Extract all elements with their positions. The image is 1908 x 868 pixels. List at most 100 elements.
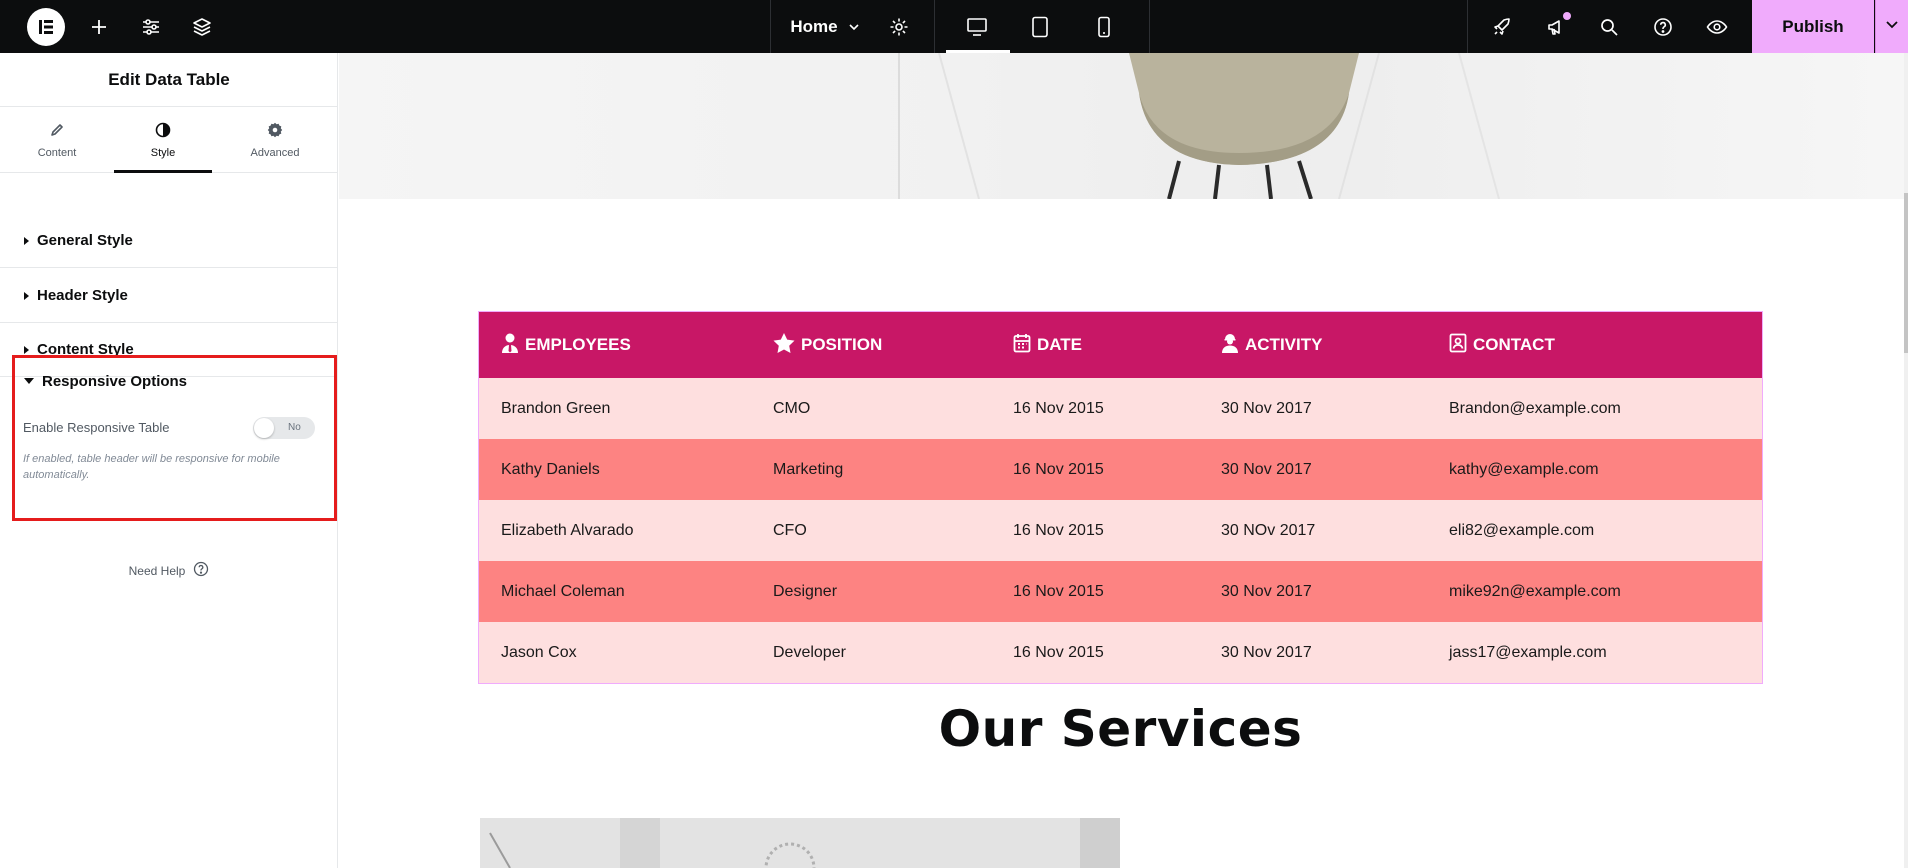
pencil-icon (49, 122, 65, 141)
chevron-down-icon (848, 21, 860, 33)
table-cell: 30 Nov 2017 (1221, 582, 1312, 600)
megaphone-icon[interactable] (1543, 0, 1569, 53)
table-header-cell: ACTIVITY (1221, 312, 1322, 378)
tab-label: Advanced (250, 146, 300, 159)
calendar-icon (1013, 333, 1031, 358)
header-label: DATE (1037, 335, 1083, 354)
need-help-link[interactable]: Need Help (0, 561, 338, 580)
desktop-icon[interactable] (962, 0, 992, 53)
table-cell: Developer (773, 643, 846, 661)
table-header-cell: DATE (1013, 312, 1082, 378)
table-row: Kathy Daniels Marketing 16 Nov 2015 30 N… (479, 439, 1762, 500)
table-cell: 30 Nov 2017 (1221, 643, 1312, 661)
gear-icon[interactable] (886, 0, 912, 53)
rocket-icon[interactable] (1489, 0, 1515, 53)
table-cell: CMO (773, 399, 811, 417)
table-header-cell: EMPLOYEES (501, 312, 631, 378)
table-cell: 30 NOv 2017 (1221, 521, 1316, 539)
table-cell: Designer (773, 582, 838, 600)
table-cell: 16 Nov 2015 (1013, 643, 1104, 661)
table-row: Jason Cox Developer 16 Nov 2015 30 Nov 2… (479, 622, 1762, 683)
table-row: Elizabeth Alvarado CFO 16 Nov 2015 30 NO… (479, 500, 1762, 561)
publish-options-button[interactable] (1875, 0, 1908, 53)
section-general-style[interactable]: General Style (0, 214, 338, 268)
contrast-icon (155, 122, 171, 141)
tab-content[interactable]: Content (0, 107, 114, 173)
table-cell: Marketing (773, 460, 844, 478)
caret-right-icon (24, 291, 29, 300)
table-cell: CFO (773, 521, 807, 539)
user-cog-icon (1221, 333, 1239, 358)
table-header-cell: POSITION (773, 312, 882, 378)
table-cell: kathy@example.com (1449, 460, 1599, 478)
table-cell: 16 Nov 2015 (1013, 460, 1104, 478)
eye-icon[interactable] (1704, 0, 1730, 53)
help-icon[interactable] (1650, 0, 1676, 53)
header-label: ACTIVITY (1245, 335, 1323, 354)
table-row: Michael Coleman Designer 16 Nov 2015 30 … (479, 561, 1762, 622)
help-icon (193, 561, 209, 580)
header-label: CONTACT (1473, 335, 1555, 354)
hero-image (339, 53, 1904, 199)
header-label: POSITION (801, 335, 883, 354)
table-header: EMPLOYEES POSITION DATE ACTIVITY CONTACT (479, 312, 1762, 378)
publish-button[interactable]: Publish (1752, 0, 1874, 53)
topbar-divider (934, 0, 935, 53)
add-icon[interactable] (86, 0, 112, 53)
topbar-divider (1467, 0, 1468, 53)
gear-icon (267, 122, 283, 141)
page-name: Home (790, 16, 838, 36)
data-table[interactable]: EMPLOYEES POSITION DATE ACTIVITY CONTACT… (478, 311, 1763, 684)
section-label: Header Style (37, 287, 128, 304)
topbar-divider (770, 0, 771, 53)
layers-icon[interactable] (189, 0, 215, 53)
star-icon (773, 332, 795, 358)
contact-card-icon (1449, 333, 1467, 358)
caret-right-icon (24, 345, 29, 354)
table-cell: Jason Cox (501, 643, 577, 661)
table-cell: 16 Nov 2015 (1013, 399, 1104, 417)
section-header-style[interactable]: Header Style (0, 269, 338, 323)
services-heading: Our Services (938, 700, 1303, 758)
panel-tabs: Content Style Advanced (0, 107, 338, 173)
panel-title: Edit Data Table (0, 53, 338, 107)
table-cell: 16 Nov 2015 (1013, 521, 1104, 539)
page-selector[interactable]: Home (790, 0, 860, 53)
table-cell: Kathy Daniels (501, 460, 600, 478)
table-cell: jass17@example.com (1449, 643, 1607, 661)
tab-advanced[interactable]: Advanced (212, 107, 338, 173)
table-cell: Elizabeth Alvarado (501, 521, 634, 539)
table-cell: 30 Nov 2017 (1221, 460, 1312, 478)
table-cell: Michael Coleman (501, 582, 625, 600)
service-image (480, 818, 1120, 868)
top-bar: Home Publish (0, 0, 1908, 53)
caret-right-icon (24, 236, 29, 245)
section-label: General Style (37, 232, 133, 249)
canvas-scrollbar[interactable] (1904, 53, 1908, 868)
table-header-cell: CONTACT (1449, 312, 1555, 378)
tab-label: Content (37, 146, 77, 159)
search-icon[interactable] (1596, 0, 1622, 53)
sliders-icon[interactable] (138, 0, 164, 53)
user-tie-icon (501, 333, 519, 358)
topbar-divider (1149, 0, 1150, 53)
need-help-label: Need Help (128, 563, 186, 578)
table-cell: 16 Nov 2015 (1013, 582, 1104, 600)
table-cell: Brandon@example.com (1449, 399, 1621, 417)
chevron-down-icon (1885, 17, 1899, 36)
mobile-icon[interactable] (1092, 0, 1116, 53)
active-tab-indicator (114, 170, 212, 173)
scrollbar-thumb[interactable] (1904, 193, 1908, 353)
tablet-icon[interactable] (1028, 0, 1052, 53)
table-cell: eli82@example.com (1449, 521, 1595, 539)
table-cell: Brandon Green (501, 399, 611, 417)
editor-panel: Edit Data Table Content Style Advanced G… (0, 53, 338, 868)
elementor-logo-icon[interactable] (27, 0, 65, 53)
tab-style[interactable]: Style (114, 107, 212, 173)
highlight-outline (12, 355, 337, 521)
notification-dot (1563, 12, 1571, 20)
table-cell: 30 Nov 2017 (1221, 399, 1312, 417)
table-cell: mike92n@example.com (1449, 582, 1621, 600)
tab-label: Style (150, 146, 176, 159)
header-label: EMPLOYEES (525, 335, 631, 354)
